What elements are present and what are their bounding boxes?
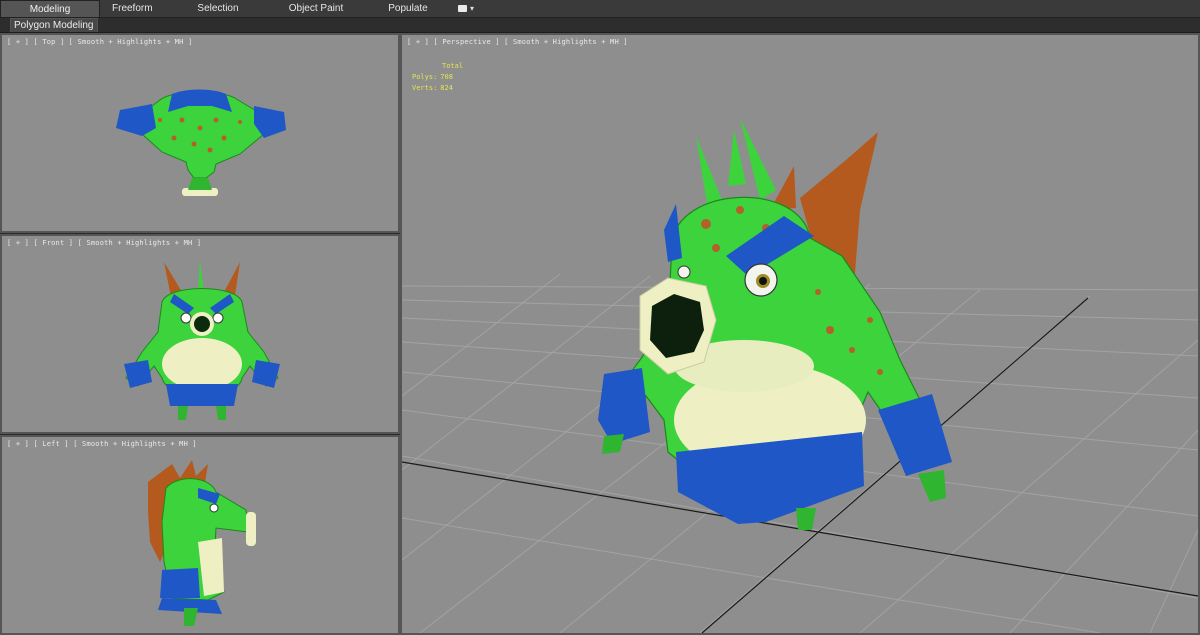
panel-polygon-modeling[interactable]: Polygon Modeling — [10, 18, 98, 32]
model-perspective-view — [402, 118, 1198, 633]
toggle-box-icon — [458, 5, 467, 12]
panel-subbar: Polygon Modeling — [0, 18, 1200, 33]
tab-populate[interactable]: Populate — [368, 0, 448, 17]
ribbon-tabs-bar: Modeling Freeform Selection Object Paint… — [0, 0, 1200, 18]
tab-freeform[interactable]: Freeform — [100, 0, 172, 17]
viewport-perspective[interactable]: [ + ] [ Perspective ] [ Smooth + Highlig… — [400, 33, 1200, 635]
model-top-view — [116, 89, 286, 196]
ribbon-options-dropdown[interactable]: ▾ — [458, 4, 474, 13]
model-front-view — [124, 260, 280, 420]
model-left-view — [148, 460, 256, 626]
viewport-top[interactable]: [ + ] [ Top ] [ Smooth + Highlights + MH… — [0, 33, 400, 233]
tab-modeling[interactable]: Modeling — [0, 0, 100, 17]
viewport-left[interactable]: [ + ] [ Left ] [ Smooth + Highlights + M… — [0, 435, 400, 635]
tab-object-paint[interactable]: Object Paint — [264, 0, 368, 17]
tab-selection[interactable]: Selection — [172, 0, 264, 17]
chevron-down-icon: ▾ — [470, 4, 475, 13]
viewport-front[interactable]: [ + ] [ Front ] [ Smooth + Highlights + … — [0, 234, 400, 434]
